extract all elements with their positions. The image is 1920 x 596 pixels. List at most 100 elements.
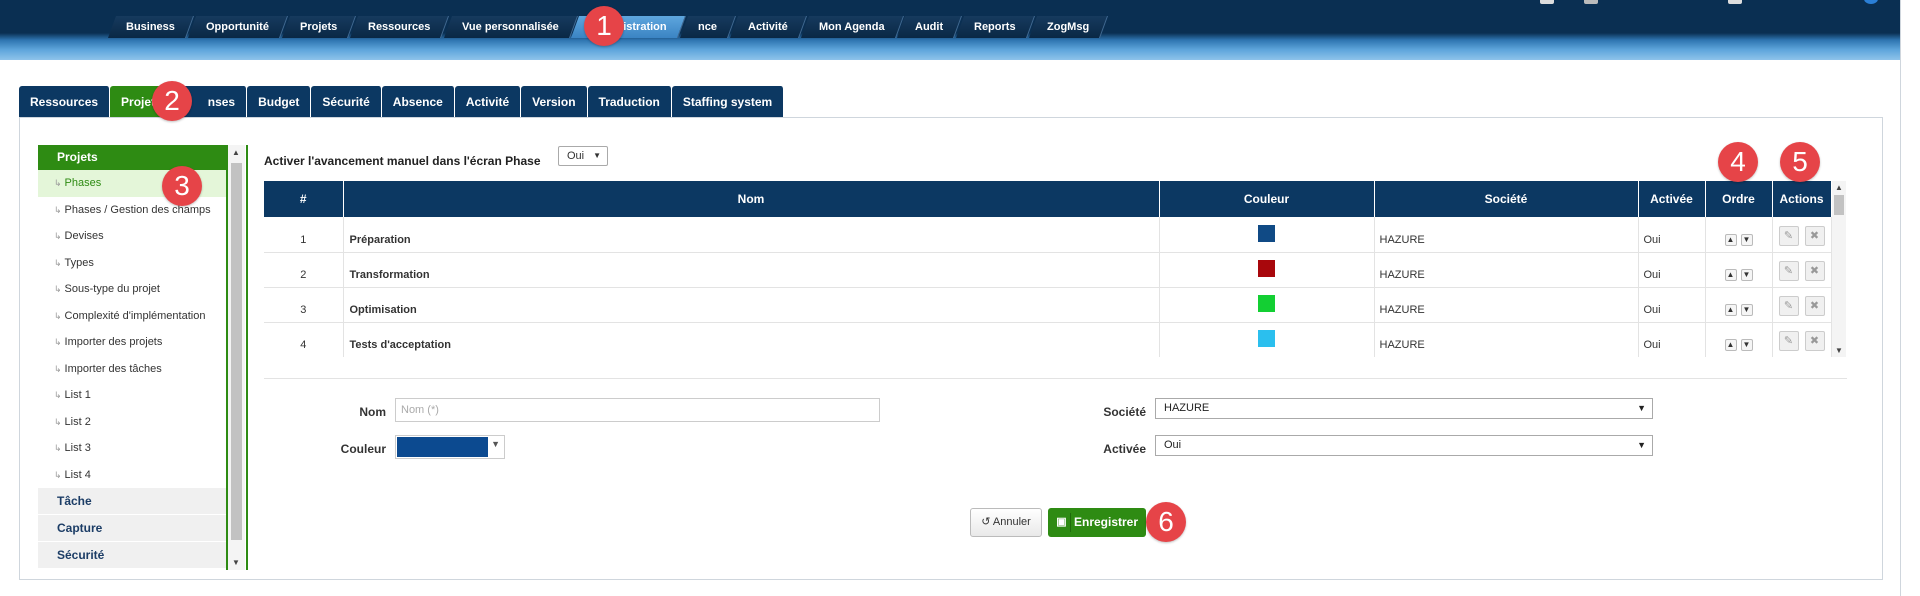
subtab-ressources[interactable]: Ressources (19, 86, 111, 118)
nav-tab-projets[interactable]: Projets (281, 16, 357, 38)
divider-line (246, 145, 248, 570)
scroll-down-icon[interactable]: ▼ (1835, 346, 1843, 355)
callout-4: 4 (1718, 142, 1758, 182)
side-item-types[interactable]: ↳ Types (38, 250, 226, 277)
checkbox-icon[interactable] (1540, 0, 1554, 4)
delete-icon[interactable]: ✖ (1804, 260, 1825, 281)
cell-actions: ✎ ✖ (1772, 217, 1832, 253)
cell-active: Oui (1638, 252, 1706, 288)
side-item-list-3[interactable]: ↳ List 3 (38, 435, 226, 462)
nav-tab-opportunite[interactable]: Opportunité (187, 16, 288, 38)
color-picker-swatch (397, 437, 488, 457)
delete-icon[interactable]: ✖ (1804, 330, 1825, 351)
side-item-sous-type[interactable]: ↳ Sous-type du projet (38, 276, 226, 303)
side-group-capture[interactable]: Capture (38, 515, 226, 542)
table-row[interactable]: 3 Optimisation HAZURE Oui ▲ ▼ ✎ ✖ (264, 287, 1832, 323)
color-swatch (1258, 259, 1275, 277)
table-scrollbar[interactable]: ▲ ▼ (1832, 181, 1846, 357)
phases-table: # Nom Couleur Société Activée Ordre Acti… (264, 181, 1848, 357)
side-group-securite[interactable]: Sécurité (38, 542, 226, 569)
subtab-securite[interactable]: Sécurité (311, 86, 382, 118)
cell-color (1159, 252, 1375, 288)
nom-input[interactable]: Nom (*) (395, 398, 880, 422)
nav-tab-vue-personnalisee[interactable]: Vue personnalisée (443, 16, 578, 38)
subtab-staffing-system[interactable]: Staffing system (671, 86, 785, 118)
nav-tab-business[interactable]: Business (107, 16, 194, 38)
edit-icon[interactable]: ✎ (1778, 225, 1799, 246)
cell-order: ▲ ▼ (1705, 287, 1773, 323)
move-down-icon[interactable]: ▼ (1740, 303, 1753, 316)
color-swatch (1258, 294, 1275, 312)
side-item-list-4[interactable]: ↳ List 4 (38, 462, 226, 489)
cell-name: Optimisation (343, 287, 1160, 323)
nav-tab-finance[interactable]: nce (679, 16, 736, 38)
col-header-num[interactable]: # (264, 181, 344, 217)
cell-name: Transformation (343, 252, 1160, 288)
nav-tab-zogmsg[interactable]: ZogMsg (1028, 16, 1109, 38)
user-icon[interactable] (1584, 0, 1598, 4)
color-picker[interactable]: ▼ (395, 435, 505, 459)
col-header-nom[interactable]: Nom (343, 181, 1160, 217)
edit-icon[interactable]: ✎ (1778, 260, 1799, 281)
undo-icon: ↺ (981, 516, 991, 528)
move-down-icon[interactable]: ▼ (1740, 233, 1753, 246)
nav-tab-reports[interactable]: Reports (956, 16, 1035, 38)
manual-progress-select[interactable]: Oui ▼ (558, 146, 608, 166)
scroll-up-icon[interactable]: ▲ (1835, 183, 1843, 192)
move-up-icon[interactable]: ▲ (1724, 338, 1737, 351)
activee-select[interactable]: Oui ▼ (1155, 435, 1653, 456)
sub-arrow-icon: ↳ (54, 310, 62, 321)
col-header-couleur[interactable]: Couleur (1159, 181, 1375, 217)
scroll-thumb[interactable] (1834, 195, 1844, 215)
side-item-phases-gestion-champs[interactable]: ↳ Phases / Gestion des champs (38, 197, 226, 224)
side-item-complexite[interactable]: ↳ Complexité d'implémentation (38, 303, 226, 330)
admin-subtabs: Ressources Projets nses Budget Sécurité … (19, 86, 785, 118)
subtab-version[interactable]: Version (521, 86, 588, 118)
cell-actions: ✎ ✖ (1772, 322, 1832, 357)
cell-active: Oui (1638, 287, 1706, 323)
nav-tab-activite[interactable]: Activité (729, 16, 807, 38)
subtab-budget[interactable]: Budget (247, 86, 312, 118)
scroll-thumb[interactable] (231, 163, 242, 540)
side-menu-header[interactable]: Projets (38, 145, 226, 170)
side-item-importer-taches[interactable]: ↳ Importer des tâches (38, 356, 226, 383)
mail-icon[interactable] (1728, 0, 1742, 4)
save-button[interactable]: ▣ Enregistrer (1048, 508, 1146, 537)
side-item-importer-projets[interactable]: ↳ Importer des projets (38, 329, 226, 356)
delete-icon[interactable]: ✖ (1804, 225, 1825, 246)
cancel-button[interactable]: ↺ Annuler (970, 508, 1042, 537)
edit-icon[interactable]: ✎ (1778, 295, 1799, 316)
table-row[interactable]: 2 Transformation HAZURE Oui ▲ ▼ ✎ ✖ (264, 252, 1832, 288)
side-item-list-1[interactable]: ↳ List 1 (38, 382, 226, 409)
move-down-icon[interactable]: ▼ (1740, 268, 1753, 281)
cell-color (1159, 217, 1375, 253)
nav-tab-audit[interactable]: Audit (897, 16, 963, 38)
side-group-tache[interactable]: Tâche (38, 488, 226, 515)
move-up-icon[interactable]: ▲ (1724, 233, 1737, 246)
cell-company: HAZURE (1374, 217, 1639, 253)
table-row[interactable]: 4 Tests d'acceptation HAZURE Oui ▲ ▼ ✎ ✖ (264, 322, 1832, 357)
nav-tab-ressources[interactable]: Ressources (350, 16, 450, 38)
edit-icon[interactable]: ✎ (1778, 330, 1799, 351)
side-item-list-2[interactable]: ↳ List 2 (38, 409, 226, 436)
scroll-up-icon[interactable]: ▲ (232, 148, 240, 157)
nav-tab-mon-agenda[interactable]: Mon Agenda (800, 16, 904, 38)
delete-icon[interactable]: ✖ (1804, 295, 1825, 316)
side-item-devises[interactable]: ↳ Devises (38, 223, 226, 250)
cell-order: ▲ ▼ (1705, 217, 1773, 253)
subtab-absence[interactable]: Absence (381, 86, 455, 118)
chevron-down-icon: ▼ (593, 151, 601, 160)
move-up-icon[interactable]: ▲ (1724, 268, 1737, 281)
side-menu-scrollbar[interactable]: ▲ ▼ (228, 145, 245, 570)
subtab-activite[interactable]: Activité (454, 86, 522, 118)
move-up-icon[interactable]: ▲ (1724, 303, 1737, 316)
table-row[interactable]: 1 Préparation HAZURE Oui ▲ ▼ ✎ ✖ (264, 217, 1832, 253)
subtab-traduction[interactable]: Traduction (587, 86, 672, 118)
col-header-activee[interactable]: Activée (1638, 181, 1706, 217)
move-down-icon[interactable]: ▼ (1740, 338, 1753, 351)
scroll-down-icon[interactable]: ▼ (232, 558, 240, 567)
societe-select[interactable]: HAZURE ▼ (1155, 398, 1653, 419)
chevron-down-icon: ▼ (491, 439, 500, 449)
col-header-societe[interactable]: Société (1374, 181, 1639, 217)
cell-num: 4 (264, 322, 344, 357)
